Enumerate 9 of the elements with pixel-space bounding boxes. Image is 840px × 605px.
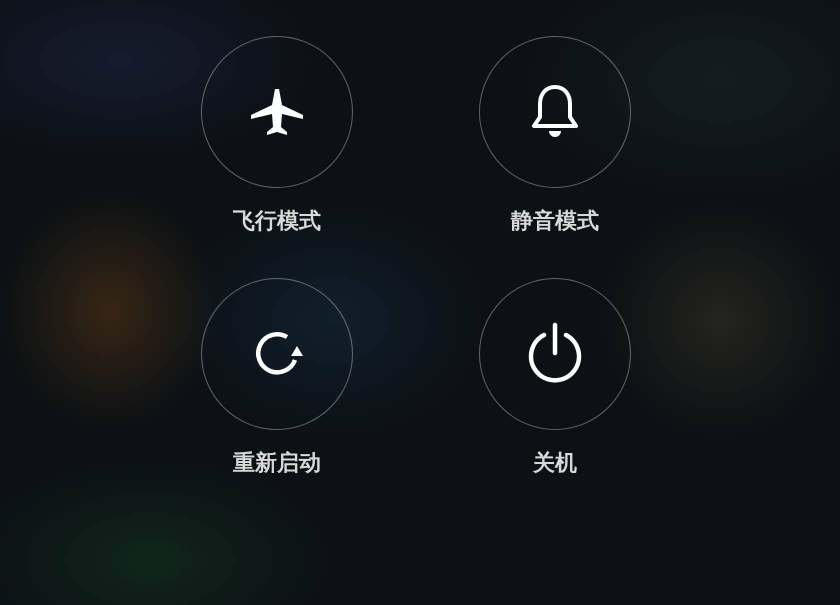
airplane-icon <box>251 89 303 135</box>
toggle-button[interactable] <box>479 36 631 188</box>
toggle-button[interactable] <box>479 278 631 430</box>
button-label: 重新启动 <box>233 452 321 476</box>
toggle-button[interactable] <box>201 36 353 188</box>
button-label: 静音模式 <box>511 210 599 234</box>
button-label: 飞行模式 <box>233 210 321 234</box>
toggle-button[interactable] <box>201 278 353 430</box>
button-label: 关机 <box>533 452 577 476</box>
